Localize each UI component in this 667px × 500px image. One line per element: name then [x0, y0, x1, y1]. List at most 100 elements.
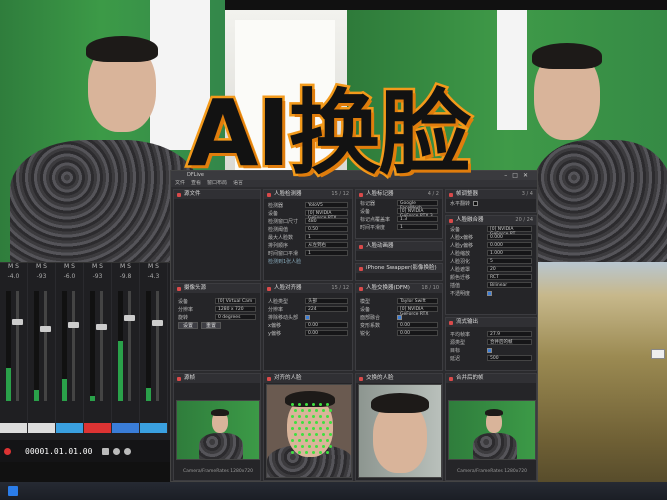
setting-field[interactable]: 0.00 [305, 322, 348, 328]
landmark-dot [301, 445, 304, 448]
setting-field[interactable]: 0.00 [397, 322, 438, 328]
landmark-dot [322, 433, 325, 436]
window-controls[interactable]: –□✕ [504, 171, 533, 180]
setting-field[interactable]: RCT [487, 274, 532, 280]
channel-fader[interactable] [152, 291, 163, 401]
setting-field[interactable]: [0] NVIDIA GeForce RT [487, 226, 532, 237]
channel-fader[interactable] [96, 291, 107, 401]
panel-header[interactable]: 人脸标记器 4 / 2 [356, 190, 442, 199]
checkbox[interactable] [305, 314, 310, 320]
panel-header[interactable]: 交换的人脸 [356, 374, 442, 383]
channel-fader[interactable] [12, 291, 23, 401]
panel-header[interactable]: 人脸融合器 20 / 24 [446, 216, 536, 225]
stop-icon[interactable] [102, 447, 110, 455]
setting-field[interactable]: 0.00 [305, 330, 348, 336]
landmark-dot [291, 427, 294, 430]
setting-field[interactable]: Google FaceMesh [397, 200, 438, 211]
mute-solo-buttons[interactable]: M S [84, 263, 111, 271]
panel-header[interactable]: iPhone Swapper(影像换脸) [356, 264, 442, 273]
setting-field[interactable]: 20 [487, 266, 532, 272]
channel-fader[interactable] [124, 291, 135, 401]
settings-button[interactable]: 设置 [178, 321, 199, 329]
aligned-face-preview [266, 384, 352, 478]
channel-fader[interactable] [68, 291, 79, 401]
menu-item[interactable]: 语言 [233, 180, 243, 187]
panel-header[interactable]: 帧调整器 3 / 4 [446, 190, 536, 199]
mixer-channel: M S -93 [84, 263, 112, 433]
setting-field[interactable]: 从左到右 [305, 242, 348, 248]
mute-solo-buttons[interactable]: M S [140, 263, 167, 271]
play-icon[interactable] [113, 447, 121, 455]
setting-field[interactable]: 0 degrees [215, 314, 256, 320]
setting-field[interactable]: 1.000 [487, 250, 532, 256]
panel-header[interactable]: 人脸交换器(DFM) 18 / 10 [356, 284, 442, 293]
reset-button[interactable]: 重置 [201, 321, 222, 329]
setting-field[interactable]: 合并后的帧 [487, 339, 532, 345]
panel-header[interactable]: 摄像头源 [174, 284, 260, 293]
landmark-dot [322, 445, 325, 448]
checkbox[interactable] [487, 347, 492, 353]
setting-field[interactable]: 5 [487, 258, 532, 264]
setting-field[interactable]: 0.50 [305, 226, 348, 232]
setting-field[interactable]: 27.9 [487, 331, 532, 337]
floating-window-icon[interactable] [651, 349, 665, 359]
setting-field[interactable]: 1280 x 720 [215, 306, 256, 312]
setting-field[interactable]: 1.3 [397, 216, 438, 222]
panel-header[interactable]: 合并后的帧 [446, 374, 536, 383]
setting-field[interactable]: 1 [305, 250, 348, 256]
channel-db: -4.0 [7, 273, 20, 280]
setting-row: 旋转 0 degrees [174, 313, 260, 321]
channel-fader[interactable] [40, 291, 51, 401]
level-meter [62, 291, 67, 401]
landmark-dot [301, 433, 304, 436]
mute-solo-buttons[interactable]: M S [112, 263, 139, 271]
menu-item[interactable]: 文件 [175, 180, 185, 187]
loop-icon[interactable] [124, 447, 132, 455]
setting-field[interactable]: 1 [397, 224, 438, 230]
mute-solo-buttons[interactable]: M S [28, 263, 55, 271]
panel-header[interactable]: 人脸动画器 [356, 242, 442, 251]
landmark-dot [298, 427, 301, 430]
landmark-dot [298, 439, 301, 442]
panel-header[interactable]: 流式输出 [446, 318, 536, 327]
setting-field[interactable]: Bilinear [487, 282, 532, 288]
setting-label: 检测阈值 [268, 226, 289, 233]
setting-field[interactable]: [0] Virtual Cam [215, 298, 256, 304]
setting-row: 人脸遮罩 20 [446, 265, 536, 273]
setting-row: 变形系数 0.00 [356, 321, 442, 329]
start-icon[interactable] [8, 486, 18, 496]
setting-row: 面部融合 [356, 313, 442, 321]
menu-item[interactable]: 查看 [191, 180, 201, 187]
panel-header[interactable]: 人脸对齐器 15 / 12 [264, 284, 352, 293]
setting-field[interactable]: [0] NVIDIA GeForce RTX 3 [397, 208, 438, 219]
setting-field[interactable]: YoloV5 [305, 202, 348, 208]
checkbox[interactable] [397, 314, 402, 320]
checkbox[interactable] [473, 200, 479, 206]
checkbox[interactable] [487, 290, 492, 296]
setting-field[interactable]: 1 [305, 234, 348, 240]
channel-db: -9.8 [119, 273, 132, 280]
setting-field[interactable]: [0] NVIDIA GeForce RTX [397, 306, 438, 317]
mute-solo-buttons[interactable]: M S [56, 263, 83, 271]
setting-field[interactable]: Taylor Swift [397, 298, 438, 304]
landmark-dot [329, 433, 332, 436]
setting-field[interactable]: 0.00 [397, 330, 438, 336]
panel-frame-adjuster: 帧调整器 3 / 4 水平翻转 [445, 189, 537, 213]
setting-field[interactable]: 500 [487, 355, 532, 361]
setting-field[interactable]: 224 [305, 306, 348, 312]
setting-field[interactable]: 头部 [305, 298, 348, 304]
setting-field[interactable]: 480 [305, 218, 348, 224]
mute-solo-buttons[interactable]: M S [0, 263, 27, 271]
menu-item[interactable]: 窗口布局 [207, 180, 227, 187]
setting-field[interactable]: [0] NVIDIA GeForce RTX 3060 [305, 210, 348, 226]
setting-row: 人脸类型 头部 [264, 297, 352, 305]
setting-row: 目标 [446, 346, 536, 354]
panel-header[interactable]: 源文件 [174, 190, 260, 199]
record-icon[interactable] [4, 447, 11, 455]
setting-field[interactable]: 0.000 [487, 242, 532, 248]
setting-label: 时间窗口平滑 [268, 250, 299, 257]
panel-header[interactable]: 对齐的人脸 [264, 374, 352, 383]
setting-field[interactable]: 0.000 [487, 234, 532, 240]
panel-header[interactable]: 源帧 [174, 374, 260, 383]
panel-header[interactable]: 人脸检测器 15 / 12 [264, 190, 352, 199]
